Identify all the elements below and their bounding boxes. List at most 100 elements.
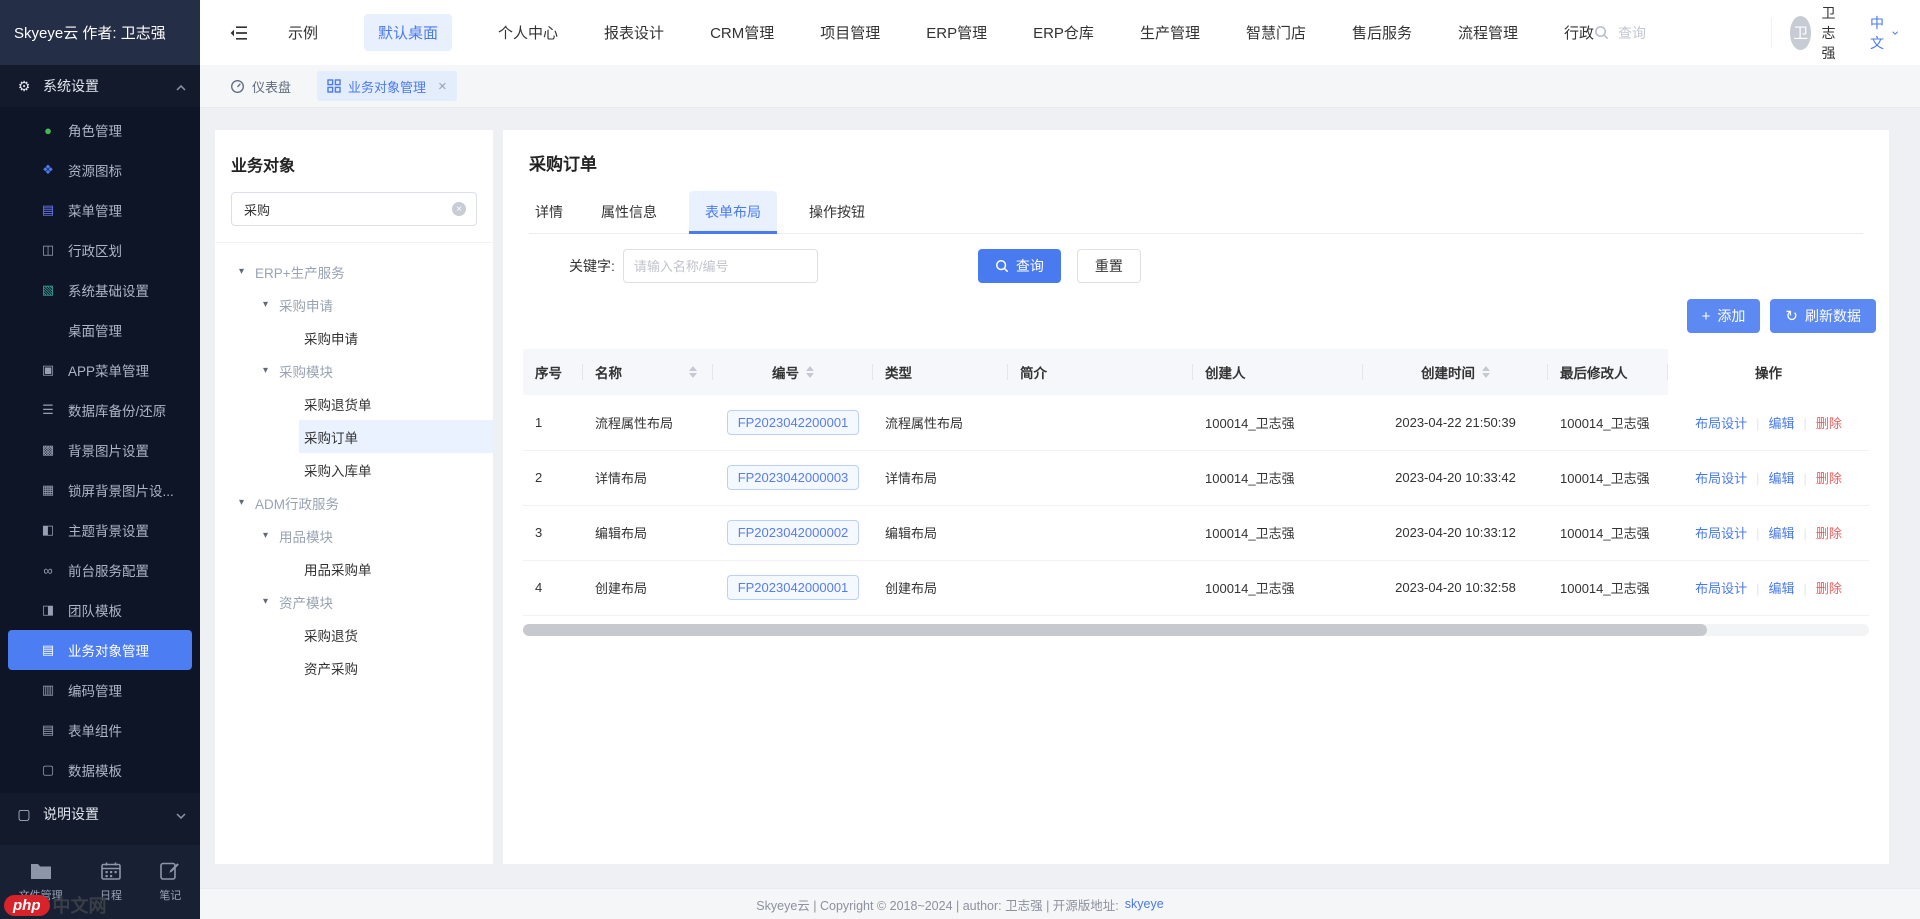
tree-leaf[interactable]: 采购退货单: [215, 387, 493, 420]
sort-icon[interactable]: [689, 366, 697, 378]
avatar[interactable]: 卫: [1790, 16, 1811, 50]
tree-branch[interactable]: ▾采购申请: [215, 288, 493, 321]
tree-branch[interactable]: ▾ERP+生产服务: [215, 255, 493, 288]
nav-item[interactable]: 行政: [1564, 14, 1594, 51]
row-action-0[interactable]: 布局设计: [1695, 416, 1747, 431]
table-row: 2详情布局FP2023042000003详情布局100014_卫志强2023-0…: [523, 450, 1869, 505]
nav-item[interactable]: 报表设计: [604, 14, 664, 51]
caret-down-icon: ▾: [263, 530, 279, 541]
nav-item[interactable]: ERP仓库: [1033, 14, 1094, 51]
tree-leaf[interactable]: 采购订单: [215, 420, 493, 453]
row-action-0[interactable]: 布局设计: [1695, 471, 1747, 486]
table-cell: 创建布局: [583, 560, 713, 615]
sidebar-item[interactable]: ▤业务对象管理: [8, 630, 192, 670]
row-action-2[interactable]: 删除: [1816, 416, 1842, 431]
sidebar-submenu: ●角色管理❖资源图标▤菜单管理◫行政区划▧系统基础设置桌面管理▣APP菜单管理☰…: [0, 107, 200, 793]
tab-business-object-mgmt[interactable]: 业务对象管理 ×: [317, 71, 457, 101]
reset-button[interactable]: 重置: [1077, 249, 1141, 283]
nav-item[interactable]: ERP管理: [926, 14, 987, 51]
sidebar-item[interactable]: ▧系统基础设置: [8, 270, 192, 310]
tab-dashboard[interactable]: 仪表盘: [230, 71, 291, 101]
refresh-button[interactable]: ↻ 刷新数据: [1770, 299, 1876, 333]
divider: |: [1804, 471, 1807, 486]
nav-item[interactable]: 示例: [288, 14, 318, 51]
clear-icon[interactable]: ×: [452, 202, 466, 216]
code-tag[interactable]: FP2023042000003: [727, 465, 860, 490]
nav-item[interactable]: 流程管理: [1458, 14, 1518, 51]
tree-leaf[interactable]: 采购申请: [215, 321, 493, 354]
scrollbar-thumb[interactable]: [523, 624, 1707, 636]
sort-icon[interactable]: [806, 366, 814, 378]
language-selector[interactable]: 中文: [1870, 13, 1898, 53]
row-action-1[interactable]: 编辑: [1768, 526, 1794, 541]
tree-node-label: 采购退货单: [304, 394, 372, 414]
tree-branch[interactable]: ▾采购模块: [215, 354, 493, 387]
column-header[interactable]: 创建时间: [1363, 349, 1548, 395]
sidebar-item[interactable]: ▥编码管理: [8, 670, 192, 710]
nav-item[interactable]: 默认桌面: [364, 14, 452, 51]
table-cell: 100014_卫志强: [1193, 450, 1363, 505]
query-button[interactable]: 查询: [978, 249, 1061, 283]
sidebar-item[interactable]: ▩背景图片设置: [8, 430, 192, 470]
nav-item[interactable]: 个人中心: [498, 14, 558, 51]
sidebar-item[interactable]: ∞前台服务配置: [8, 550, 192, 590]
sidebar-item[interactable]: ◨团队模板: [8, 590, 192, 630]
code-tag[interactable]: FP2023042000001: [727, 575, 860, 600]
code-tag[interactable]: FP2023042000002: [727, 520, 860, 545]
column-header[interactable]: 编号: [713, 349, 873, 395]
column-header: 简介: [1008, 349, 1193, 395]
sidebar-item[interactable]: ▤菜单管理: [8, 190, 192, 230]
sidebar-item[interactable]: ▢数据模板: [8, 750, 192, 790]
add-button[interactable]: + 添加: [1687, 299, 1761, 333]
tree-leaf[interactable]: 采购退货: [215, 618, 493, 651]
detail-tab[interactable]: 属性信息: [595, 191, 663, 233]
header-search-input[interactable]: 查询: [1594, 18, 1772, 48]
detail-tab[interactable]: 详情: [529, 191, 569, 233]
sidebar-item-label: 业务对象管理: [68, 640, 149, 660]
column-header[interactable]: 名称: [583, 349, 713, 395]
sidebar-item[interactable]: ☰数据库备份/还原: [8, 390, 192, 430]
sidebar-item[interactable]: ◧主题背景设置: [8, 510, 192, 550]
sidebar-item[interactable]: ▤表单组件: [8, 710, 192, 750]
nav-item[interactable]: 售后服务: [1352, 14, 1412, 51]
tree-leaf[interactable]: 采购入库单: [215, 453, 493, 486]
sidebar-group[interactable]: ▢说明设置: [0, 793, 200, 835]
tree-leaf[interactable]: 用品采购单: [215, 552, 493, 585]
sidebar-footer-item[interactable]: 笔记: [159, 862, 181, 903]
nav-item[interactable]: 生产管理: [1140, 14, 1200, 51]
sidebar-group[interactable]: ⚙系统设置: [0, 65, 200, 107]
sidebar-item[interactable]: ❖资源图标: [8, 150, 192, 190]
row-action-1[interactable]: 编辑: [1768, 581, 1794, 596]
nav-item[interactable]: 智慧门店: [1246, 14, 1306, 51]
nav-item[interactable]: CRM管理: [710, 14, 774, 51]
tree-branch[interactable]: ▾ADM行政服务: [215, 486, 493, 519]
sidebar-item[interactable]: ●角色管理: [8, 110, 192, 150]
skyeye-link[interactable]: skyeye: [1125, 897, 1164, 911]
row-action-2[interactable]: 删除: [1816, 581, 1842, 596]
code-tag[interactable]: FP2023042200001: [727, 410, 860, 435]
row-action-2[interactable]: 删除: [1816, 471, 1842, 486]
row-action-2[interactable]: 删除: [1816, 526, 1842, 541]
tree-search-input[interactable]: [242, 201, 452, 218]
row-action-1[interactable]: 编辑: [1768, 471, 1794, 486]
sidebar-item[interactable]: ▣APP菜单管理: [8, 350, 192, 390]
sidebar-item[interactable]: 桌面管理: [8, 310, 192, 350]
table-cell: 4: [523, 560, 583, 615]
sort-icon[interactable]: [1482, 366, 1490, 378]
sidebar-item-label: 数据模板: [68, 760, 122, 780]
sidebar-item[interactable]: ◫行政区划: [8, 230, 192, 270]
tree-branch[interactable]: ▾资产模块: [215, 585, 493, 618]
detail-tab[interactable]: 表单布局: [689, 191, 777, 233]
menu-fold-icon[interactable]: [230, 25, 248, 41]
row-action-0[interactable]: 布局设计: [1695, 526, 1747, 541]
row-action-0[interactable]: 布局设计: [1695, 581, 1747, 596]
tree-branch[interactable]: ▾用品模块: [215, 519, 493, 552]
tree-leaf[interactable]: 资产采购: [215, 651, 493, 684]
close-icon[interactable]: ×: [438, 79, 447, 94]
refresh-icon: ↻: [1785, 309, 1798, 324]
sidebar-item[interactable]: ▦锁屏背景图片设...: [8, 470, 192, 510]
keyword-input[interactable]: [623, 249, 818, 283]
detail-tab[interactable]: 操作按钮: [803, 191, 871, 233]
row-action-1[interactable]: 编辑: [1768, 416, 1794, 431]
nav-item[interactable]: 项目管理: [820, 14, 880, 51]
